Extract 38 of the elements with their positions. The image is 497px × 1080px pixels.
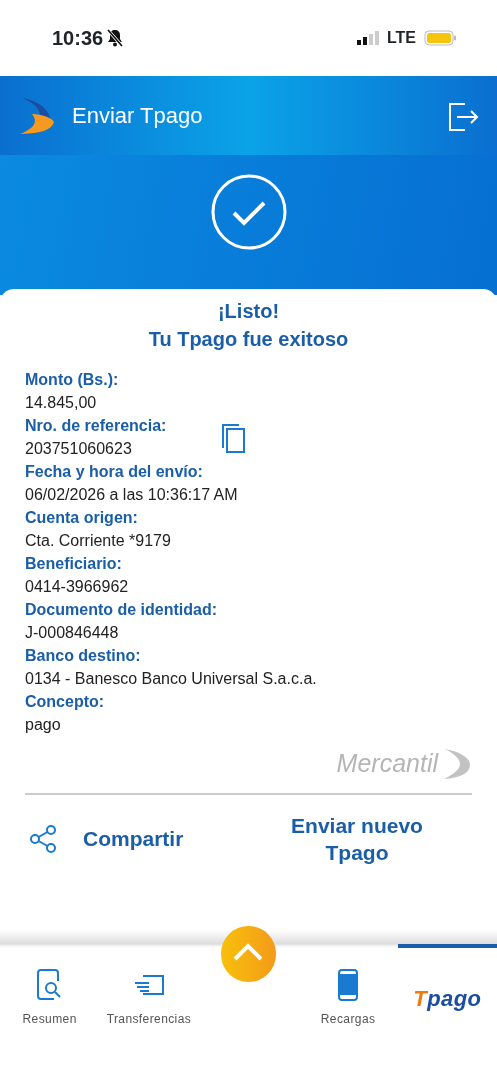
nav-tab[interactable]: Tpago (397, 944, 497, 1016)
logo-icon (18, 95, 56, 136)
nav-tab[interactable]: Transferencias (99, 944, 199, 1029)
field-label: Banco destino: (25, 646, 142, 666)
nav-tab[interactable]: Resumen (0, 944, 100, 1029)
network-label: LTE (386, 28, 416, 48)
nav-label: Resumen (21, 1011, 78, 1028)
new-tpago-button[interactable]: Enviar nuevo Tpago (272, 810, 442, 867)
field-label: Fecha y hora del envío: (25, 462, 204, 482)
share-icon (29, 823, 59, 854)
copy-icon[interactable] (220, 422, 246, 454)
clock-time: 10:36 (52, 26, 104, 51)
field-value: J-000846448 (25, 623, 120, 643)
field-label: Documento de identidad: (25, 600, 218, 620)
field-label: Cuenta origen: (25, 508, 139, 528)
field-label: Nro. de referencia: (25, 416, 168, 436)
nav-label: Transferencias (105, 1011, 193, 1028)
brand-name: Mercantil (336, 748, 438, 779)
battery-icon (424, 30, 457, 46)
field-value: pago (25, 715, 62, 735)
nav-label: Recargas (319, 1011, 377, 1028)
field-label: Beneficiario: (25, 554, 123, 574)
field-value: 0414-3966962 (25, 577, 130, 597)
field-value: 14.845,00 (25, 393, 98, 413)
chevron-up-icon (234, 943, 263, 961)
field-label: Monto (Bs.): (25, 370, 120, 390)
field-value: 203751060623 (25, 439, 133, 459)
field-value: Cta. Corriente *9179 (25, 531, 172, 551)
share-button[interactable]: Compartir (25, 822, 190, 855)
field-value: 06/02/2026 a las 10:36:17 AM (25, 485, 238, 505)
success-title: ¡Listo! (216, 299, 281, 324)
field-value: 0134 - Banesco Banco Universal S.a.c.a. (25, 669, 317, 689)
nav-tab[interactable]: Recargas (298, 944, 398, 1029)
field-label: Concepto: (25, 692, 106, 712)
signal-icon (356, 31, 379, 45)
check-circle-icon (209, 173, 288, 251)
screen-title: Enviar Tpago (72, 102, 203, 130)
success-subtitle: Tu Tpago fue exitoso (147, 327, 350, 352)
